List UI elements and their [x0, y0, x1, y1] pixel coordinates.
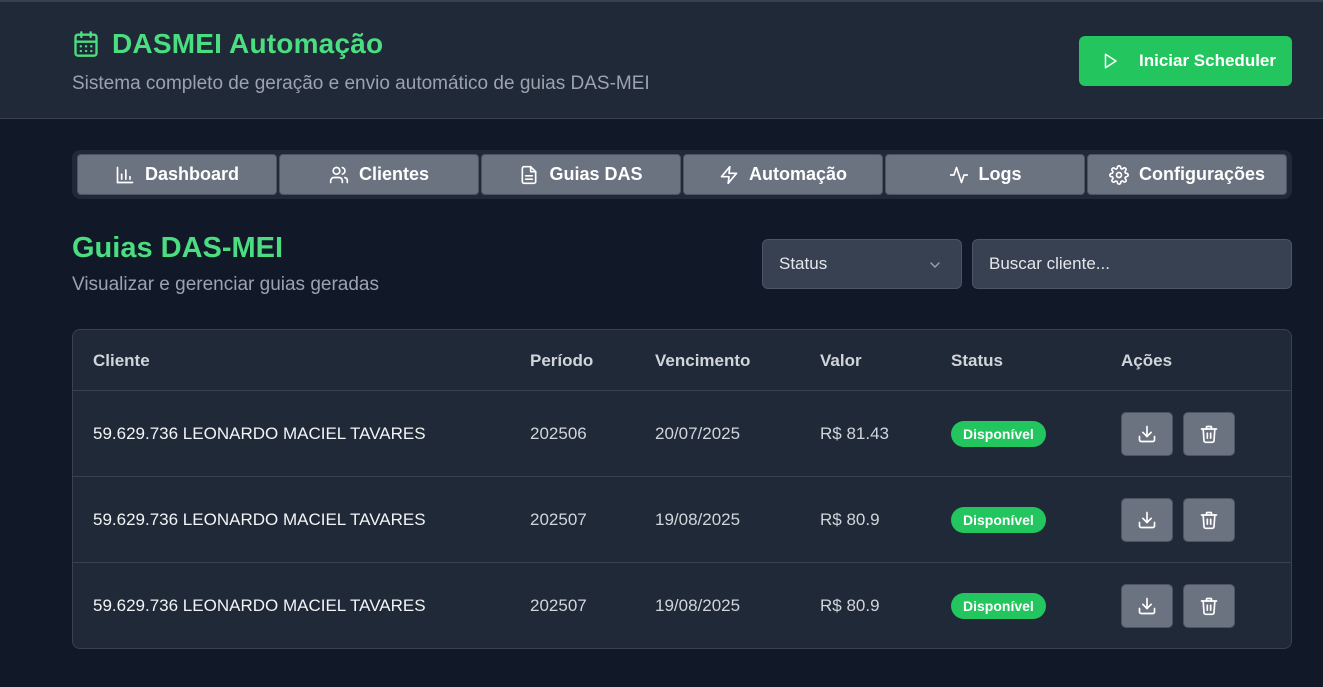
cell-vencimento: 19/08/2025	[655, 596, 741, 615]
download-button[interactable]	[1121, 498, 1173, 542]
cell-vencimento: 19/08/2025	[655, 510, 741, 529]
tab-automacao[interactable]: Automação	[683, 154, 883, 195]
status-filter-select[interactable]: Status	[762, 239, 962, 289]
tab-label: Guias DAS	[549, 164, 643, 184]
guias-table: Cliente Período Vencimento Valor Status …	[72, 329, 1292, 649]
delete-button[interactable]	[1183, 412, 1235, 456]
brand: DASMEI Automação	[72, 28, 383, 60]
table-header: Cliente Período Vencimento Valor Status …	[73, 330, 1291, 391]
lightning-icon	[719, 165, 739, 185]
page-title: Guias DAS-MEI	[72, 232, 284, 264]
cell-valor: R$ 81.43	[820, 424, 889, 443]
tab-label: Logs	[978, 164, 1022, 184]
play-icon	[1101, 52, 1119, 70]
tab-logs[interactable]: Logs	[885, 154, 1085, 195]
delete-button[interactable]	[1183, 498, 1235, 542]
cell-cliente: 59.629.736 LEONARDO MACIEL TAVARES	[93, 424, 426, 443]
col-valor: Valor	[820, 351, 862, 370]
tab-dashboard[interactable]: Dashboard	[77, 154, 277, 195]
tab-guias-das[interactable]: Guias DAS	[481, 154, 681, 195]
start-scheduler-button[interactable]: Iniciar Scheduler	[1079, 36, 1292, 86]
tab-label: Clientes	[358, 164, 430, 184]
download-icon	[1138, 511, 1156, 529]
status-badge: Disponível	[951, 421, 1046, 447]
tab-label: Configurações	[1138, 164, 1266, 184]
search-client-input[interactable]	[972, 239, 1292, 289]
cell-valor: R$ 80.9	[820, 510, 880, 529]
app-subtitle: Sistema completo de geração e envio auto…	[72, 73, 650, 94]
col-cliente: Cliente	[93, 351, 150, 370]
cell-cliente: 59.629.736 LEONARDO MACIEL TAVARES	[93, 596, 426, 615]
trash-icon	[1200, 597, 1218, 616]
download-icon	[1138, 425, 1156, 443]
chevron-down-icon	[927, 257, 943, 273]
app-title: DASMEI Automação	[112, 28, 384, 59]
users-icon	[329, 165, 349, 185]
tab-label: Dashboard	[144, 164, 240, 184]
gear-icon	[1109, 164, 1129, 185]
file-text-icon	[519, 165, 539, 185]
cell-periodo: 202507	[530, 596, 587, 615]
tab-configuracoes[interactable]: Configurações	[1087, 154, 1287, 195]
tab-clientes[interactable]: Clientes	[279, 154, 479, 195]
table-row: 59.629.736 LEONARDO MACIEL TAVARES 20250…	[73, 477, 1291, 563]
col-vencimento: Vencimento	[655, 351, 751, 370]
calendar-icon	[72, 30, 100, 58]
status-badge: Disponível	[951, 507, 1046, 533]
main-tabs: Dashboard Clientes Guias DAS Automação L…	[72, 150, 1292, 199]
start-scheduler-label: Iniciar Scheduler	[1139, 51, 1276, 70]
download-button[interactable]	[1121, 412, 1173, 456]
cell-valor: R$ 80.9	[820, 596, 880, 615]
page-subtitle: Visualizar e gerenciar guias geradas	[72, 274, 379, 295]
tab-label: Automação	[748, 164, 847, 184]
col-acoes: Ações	[1121, 351, 1173, 370]
trash-icon	[1200, 425, 1218, 444]
col-periodo: Período	[530, 351, 594, 370]
trash-icon	[1200, 511, 1218, 530]
col-status: Status	[951, 351, 1003, 370]
table-row: 59.629.736 LEONARDO MACIEL TAVARES 20250…	[73, 391, 1291, 477]
cell-cliente: 59.629.736 LEONARDO MACIEL TAVARES	[93, 510, 426, 529]
app-header: DASMEI Automação Sistema completo de ger…	[0, 2, 1323, 119]
delete-button[interactable]	[1183, 584, 1235, 628]
download-button[interactable]	[1121, 584, 1173, 628]
bar-chart-icon	[115, 165, 135, 185]
status-filter-value: Status	[779, 254, 828, 273]
table-row: 59.629.736 LEONARDO MACIEL TAVARES 20250…	[73, 563, 1291, 648]
cell-periodo: 202506	[530, 424, 587, 443]
cell-vencimento: 20/07/2025	[655, 424, 741, 443]
status-badge: Disponível	[951, 593, 1046, 619]
activity-icon	[949, 165, 969, 185]
download-icon	[1138, 597, 1156, 615]
cell-periodo: 202507	[530, 510, 587, 529]
